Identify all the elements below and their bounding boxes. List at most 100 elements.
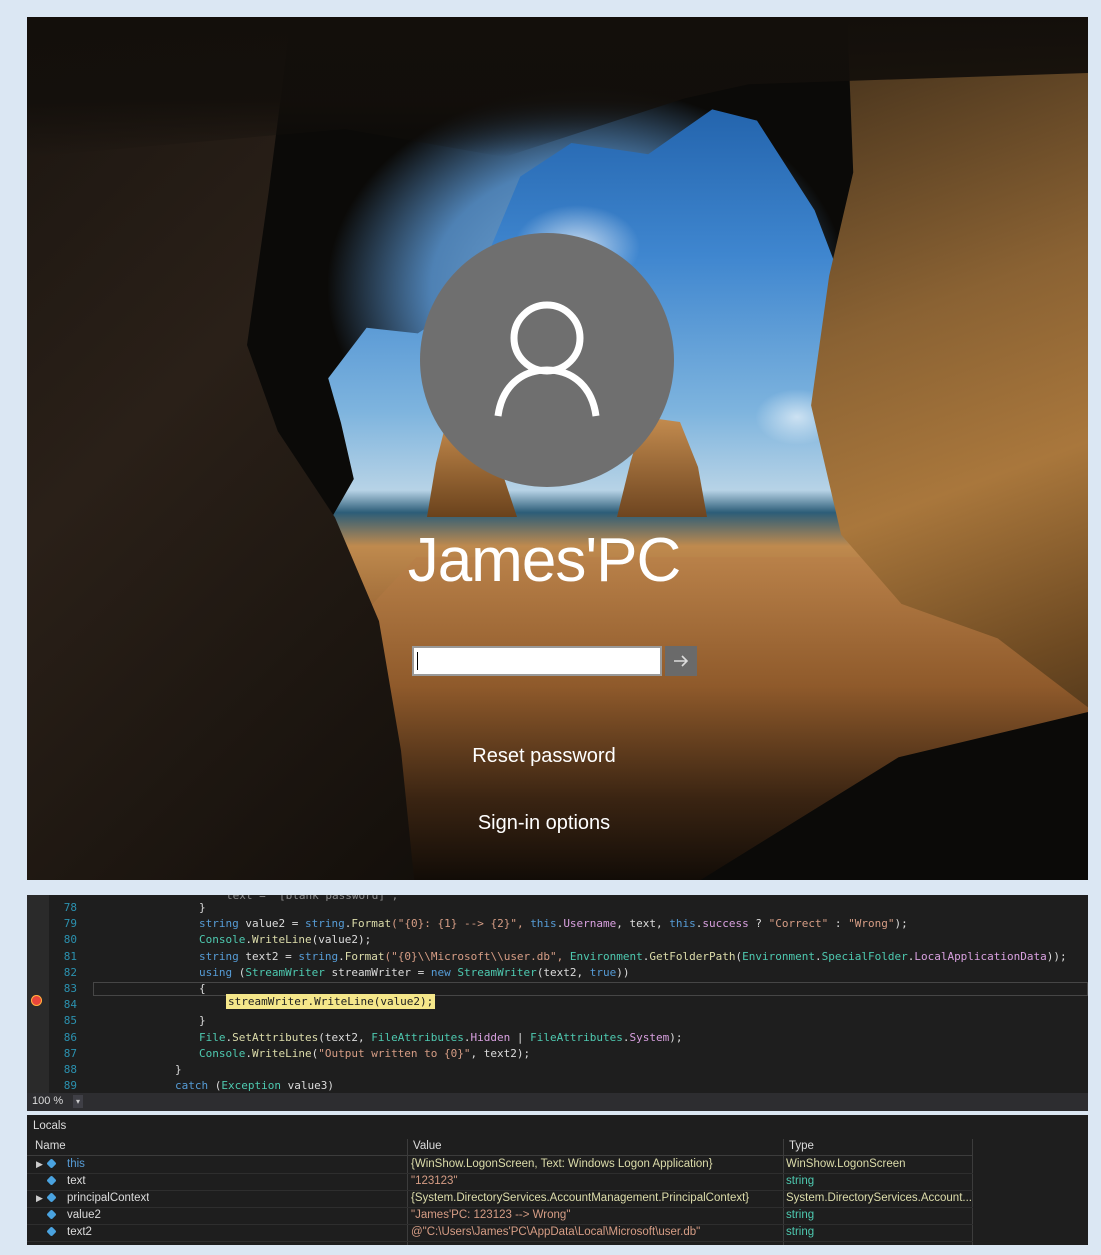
code-token: . [814,949,822,963]
locals-row[interactable]: text2 @"C:\Users\James'PC\AppData\Local\M… [27,1224,973,1242]
code-token: Username [563,917,617,931]
code-text: string value2 = string.Format("{0}: {1} … [199,916,908,932]
code-text: } [175,1062,182,1078]
code-token: Hidden [470,1030,511,1044]
code-token: this [530,917,557,931]
code-line[interactable]: 87 Console.WriteLine("Output written to {… [27,1046,1088,1062]
code-token: . [338,949,345,963]
code-token: )) [616,965,630,979]
line-number: 78 [63,901,77,914]
password-input[interactable] [412,646,662,676]
code-line[interactable]: 86 File. SetAttributes(text2, FileAttribut… [27,1030,1088,1046]
expand-icon[interactable]: ▶ [36,1159,43,1170]
local-value[interactable]: @"C:\Users\James'PC\AppData\Local\Micros… [411,1226,781,1238]
code-text: catch (Exception value3) [175,1078,334,1093]
locals-row[interactable]: text "123123" string [27,1173,973,1191]
code-line[interactable]: 89 catch (Exception value3) [27,1078,1088,1093]
login-screen: James'PC Reset password Sign-in options [27,17,1088,880]
column-header-value[interactable]: Value [413,1140,442,1152]
column-header-type[interactable]: Type [789,1140,814,1152]
code-token: FileAttributes [530,1030,623,1044]
code-text: Console.WriteLine(value2); [199,932,371,948]
reset-password-link[interactable]: Reset password [27,745,1061,768]
code-editor[interactable]: text = "[blank password]"; 78} 79 string v… [27,895,1088,1093]
code-token: System [629,1030,670,1044]
code-token: GetFolderPath [649,949,736,963]
code-token: "Correct" [768,917,829,931]
user-silhouette-icon [494,301,600,417]
code-token: FileAttributes [371,1030,464,1044]
code-token: ("{0}: {1} --> {2}", [391,917,531,931]
code-token: StreamWriter [245,965,325,979]
code-text: Console.WriteLine("Output written to {0}… [199,1046,530,1062]
breakpoint-icon[interactable] [31,995,42,1006]
code-token: string [304,917,345,931]
local-name: principalContext [67,1192,150,1204]
code-line[interactable]: 88} [27,1062,1088,1078]
locals-title: Locals [33,1120,67,1132]
code-token: (text2, [318,1030,372,1044]
local-type: string [786,1226,815,1238]
expand-icon[interactable]: ▶ [36,1193,43,1204]
local-type: System.DirectoryServices.Account... [786,1192,971,1204]
line-number: 80 [63,933,77,947]
code-token: , text2); [470,1046,531,1060]
local-value[interactable]: "123123" [411,1175,781,1187]
code-line[interactable]: 78} [27,900,1088,916]
code-token: SpecialFolder [821,949,908,963]
code-line[interactable]: 85} [27,1013,1088,1029]
code-line[interactable]: 81 string text2 = string.Format("{0}\\Mic… [27,949,1088,965]
locals-row[interactable]: value2 "James'PC: 123123 --> Wrong" string [27,1207,973,1225]
locals-row[interactable]: ▶ this {WinShow.LogonScreen, Text: Windows… [27,1156,973,1174]
code-token: value2 = [238,917,305,931]
line-number: 88 [63,1063,77,1076]
zoom-dropdown-icon[interactable]: ▾ [73,1095,83,1108]
local-type: string [786,1209,815,1221]
code-line[interactable]: 84 [27,997,1088,1013]
code-line[interactable]: 82 using (StreamWriter streamWriter = new… [27,965,1088,981]
code-text: File. SetAttributes(text2, FileAttributes… [199,1030,683,1046]
code-token: success [702,917,749,931]
code-token: Format [344,949,385,963]
code-token: ? [748,917,769,931]
code-token: using [199,965,233,979]
locals-header: Name Value Type [27,1139,973,1156]
code-token: . [245,1046,252,1060]
code-token: ); [669,1030,683,1044]
current-statement: streamWriter.WriteLine(value2); [226,994,436,1009]
code-token: catch [175,1079,209,1093]
code-token: . [245,933,252,947]
code-token: (value2); [311,933,372,947]
code-token: } [175,1063,182,1076]
sign-in-options-link[interactable]: Sign-in options [27,812,1061,835]
text-caret [417,652,418,670]
column-header-name[interactable]: Name [35,1140,66,1152]
field-icon [46,1175,57,1186]
code-token: "Wrong" [848,917,895,931]
line-number: 87 [63,1046,77,1060]
submit-button[interactable] [665,646,697,676]
code-token: ( [232,965,246,979]
line-number: 83 [63,982,77,995]
local-value[interactable]: {WinShow.LogonScreen, Text: Windows Logo… [411,1158,781,1170]
code-line[interactable]: 80 Console.WriteLine(value2); [27,932,1088,948]
local-name: value2 [67,1209,101,1221]
local-value[interactable]: "James'PC: 123123 --> Wrong" [411,1209,781,1221]
code-line[interactable]: 79 string value2 = string.Format("{0}: {1… [27,916,1088,932]
line-number: 85 [63,1014,77,1028]
arrow-right-icon [674,655,689,667]
local-value[interactable]: {System.DirectoryServices.AccountManagem… [411,1192,781,1204]
code-token: string [298,949,339,963]
code-token: "Output written to {0}" [318,1046,471,1060]
locals-row[interactable]: ▶ principalContext {System.DirectoryServic… [27,1190,973,1208]
code-token: (text2, [536,965,590,979]
code-token: : [828,917,849,931]
field-icon [46,1226,57,1237]
code-token: SetAttributes [232,1030,319,1044]
code-text: } [199,1013,206,1029]
editor-zoom-bar: 100 % ▾ [27,1093,1088,1111]
user-avatar [420,233,674,487]
code-token: Console [199,933,246,947]
zoom-level[interactable]: 100 % [32,1095,63,1107]
code-token: Environment [742,949,815,963]
